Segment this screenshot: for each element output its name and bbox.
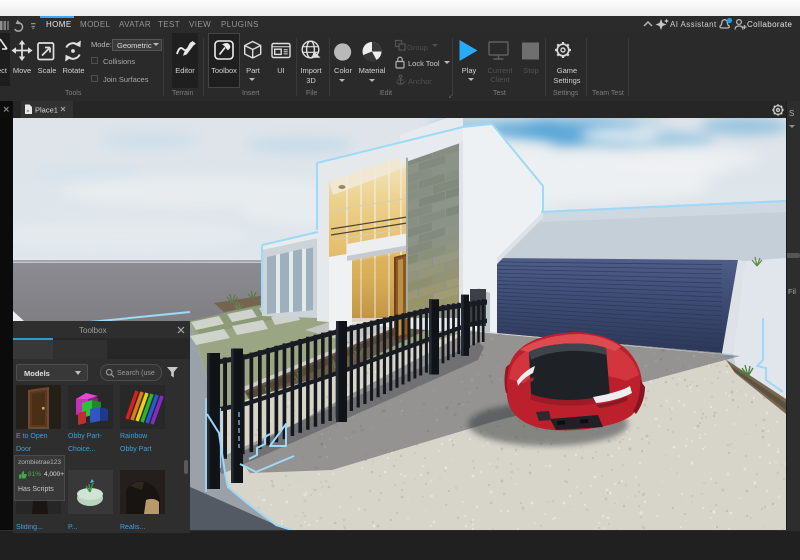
svg-text:Place1: Place1 <box>35 106 58 115</box>
